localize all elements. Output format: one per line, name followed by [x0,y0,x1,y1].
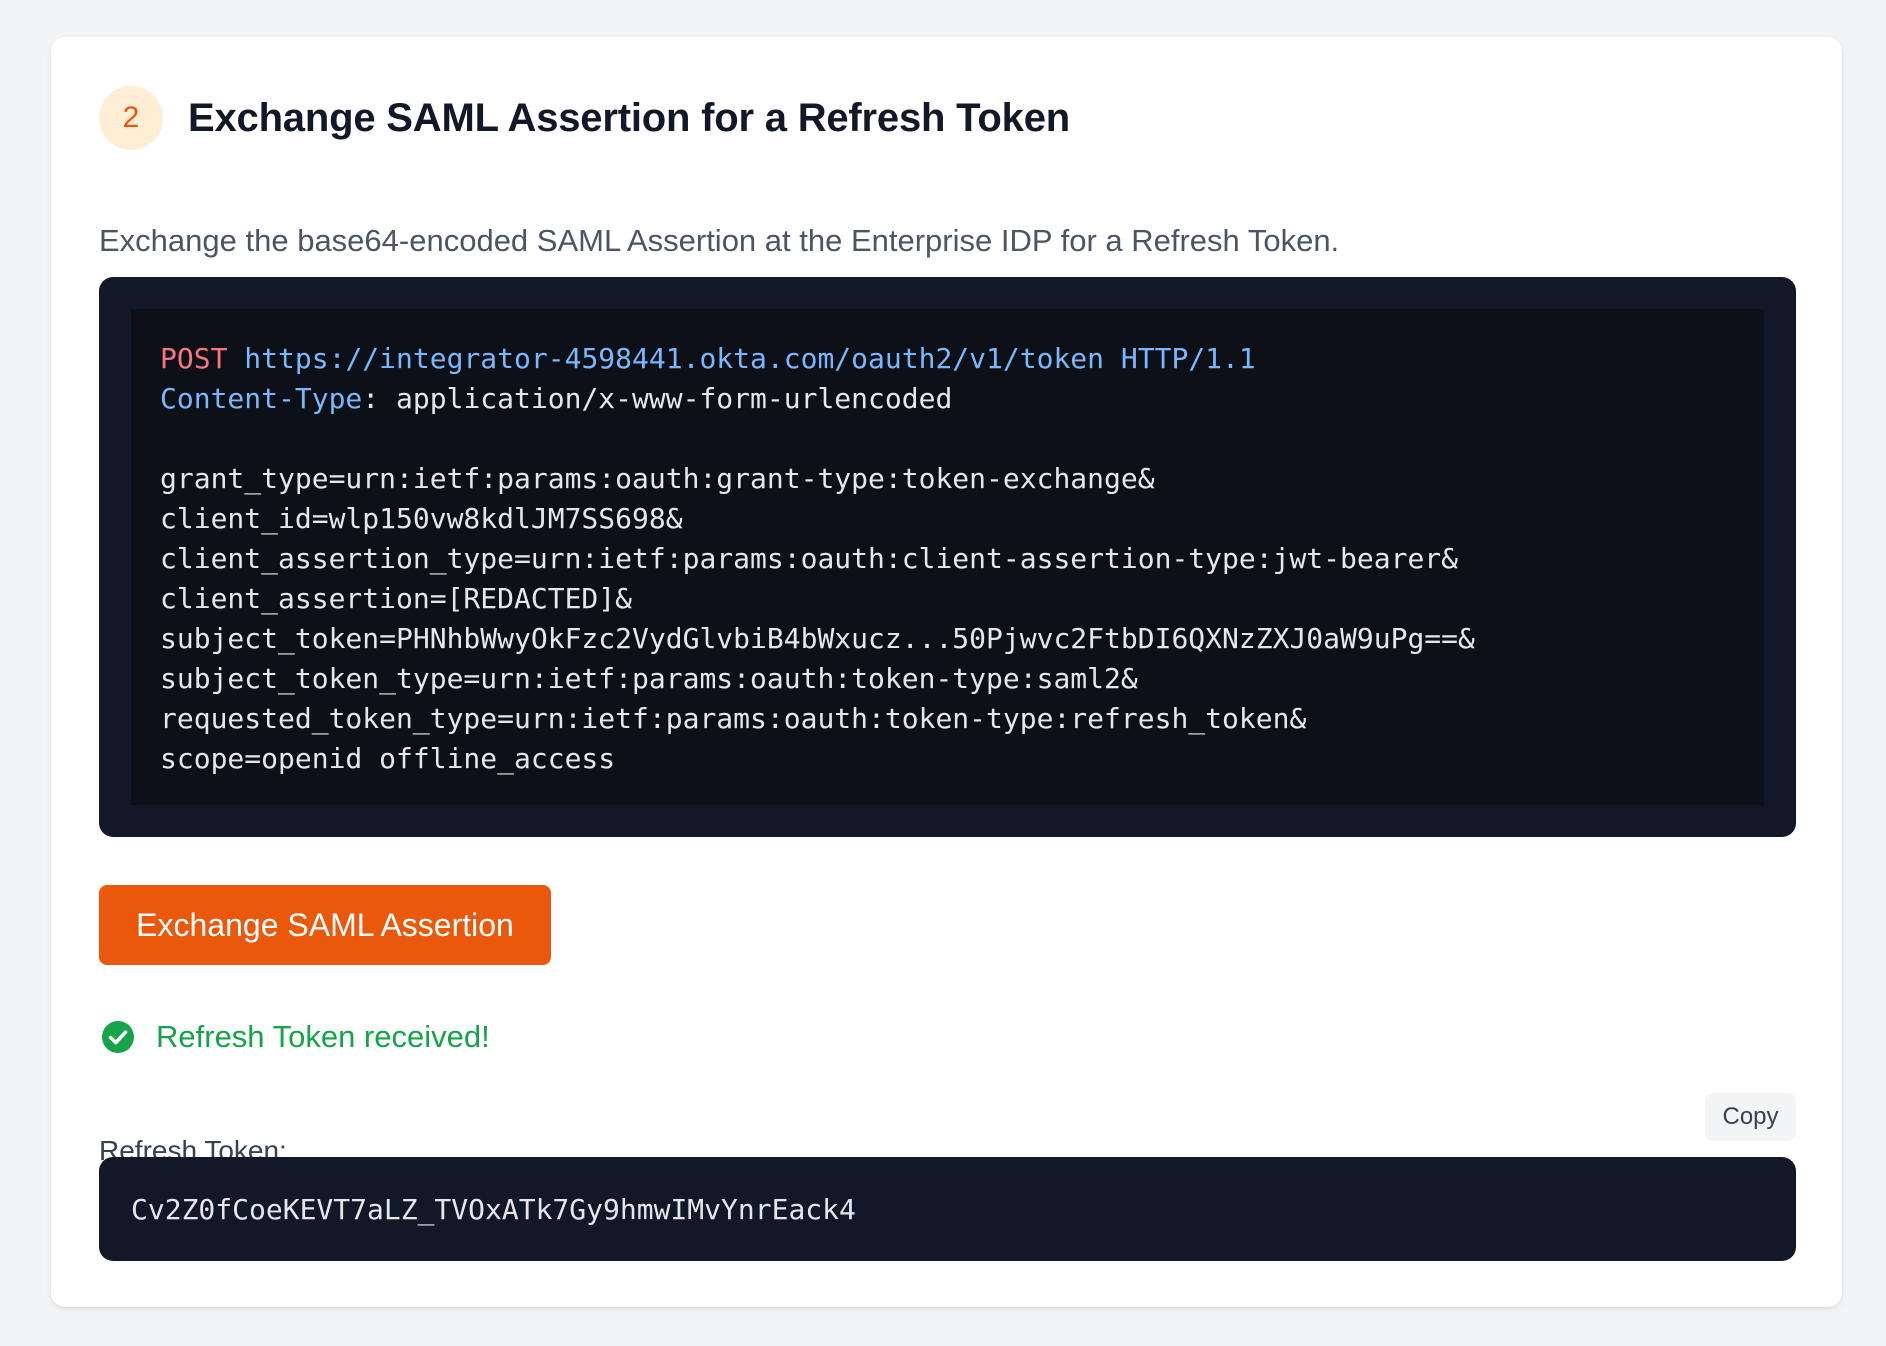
copy-button[interactable]: Copy [1705,1093,1796,1141]
refresh-token-value[interactable]: Cv2Z0fCoeKEVT7aLZ_TVOxATk7Gy9hmwIMvYnrEa… [99,1157,1796,1261]
header-line: Content-Type: application/x-www-form-url… [160,379,1735,419]
step-header: 2 Exchange SAML Assertion for a Refresh … [99,86,1070,150]
request-url: https://integrator-4598441.okta.com/oaut… [244,342,1105,375]
request-code-block: POST https://integrator-4598441.okta.com… [99,277,1796,837]
body-line: client_assertion=[REDACTED]& [160,582,633,615]
http-protocol: HTTP/1.1 [1120,342,1256,375]
body-line: scope=openid offline_access [160,742,616,775]
body-line: client_assertion_type=urn:ietf:params:oa… [160,542,1459,575]
body-line: subject_token_type=urn:ietf:params:oauth… [160,662,1138,695]
body-line: grant_type=urn:ietf:params:oauth:grant-t… [160,462,1155,495]
success-text: Refresh Token received! [156,1019,490,1054]
step-number-badge: 2 [99,86,163,150]
body-line: client_id=wlp150vw8kdlJM7SS698& [160,502,683,535]
body-line: requested_token_type=urn:ietf:params:oau… [160,702,1307,735]
step-description: Exchange the base64-encoded SAML Asserti… [99,223,1340,258]
check-circle-icon [101,1020,135,1054]
body-line: subject_token=PHNhbWwyOkFzc2VydGlvbiB4bW… [160,622,1475,655]
step-card: 2 Exchange SAML Assertion for a Refresh … [51,37,1842,1307]
exchange-saml-assertion-button[interactable]: Exchange SAML Assertion [99,885,551,965]
request-line: POST https://integrator-4598441.okta.com… [160,339,1735,379]
step-title: Exchange SAML Assertion for a Refresh To… [188,95,1070,140]
header-name: Content-Type [160,382,363,415]
header-value: application/x-www-form-urlencoded [379,382,953,415]
request-code[interactable]: POST https://integrator-4598441.okta.com… [131,309,1764,805]
header-separator: : [362,382,380,415]
http-method: POST [160,342,228,375]
success-message: Refresh Token received! [101,1019,490,1055]
